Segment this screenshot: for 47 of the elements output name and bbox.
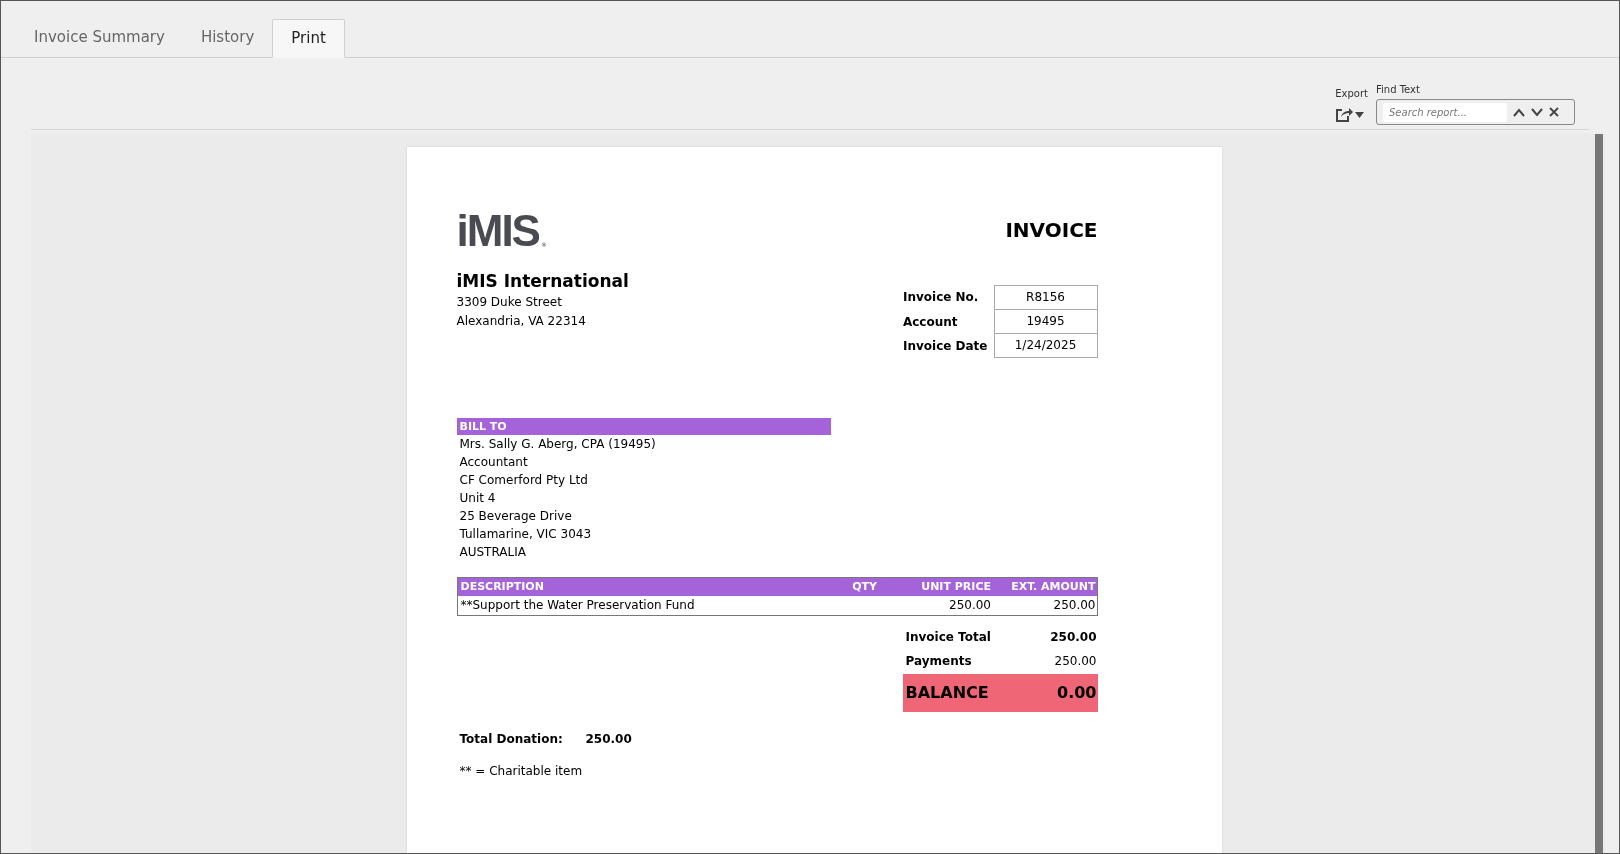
column-header: DESCRIPTION — [457, 577, 823, 596]
column-header: UNIT PRICE — [883, 577, 993, 596]
detail-label: Account — [902, 314, 959, 331]
address-line: 3309 Duke Street — [456, 294, 563, 311]
tab[interactable]: Invoice Summary — [16, 18, 183, 57]
bill-to-line: 25 Beverage Drive — [458, 508, 573, 525]
total-label: Invoice Total — [905, 629, 991, 646]
footnote: ** = Charitable item — [458, 763, 584, 780]
total-label: Payments — [905, 653, 972, 670]
close-icon[interactable] — [1549, 107, 1559, 117]
export-label: Export — [1335, 87, 1368, 101]
table-cell: 250.00 — [949, 598, 991, 612]
find-text-label: Find Text — [1376, 83, 1420, 97]
column-header: QTY — [823, 577, 883, 596]
chevron-down-icon[interactable] — [1531, 107, 1543, 117]
detail-value: 19495 — [993, 310, 1098, 334]
donation-value: 250.00 — [585, 731, 632, 748]
search-field[interactable]: Search report... — [1383, 102, 1507, 122]
detail-label: Invoice Date — [902, 338, 988, 355]
caret-icon — [1355, 112, 1365, 118]
tab[interactable]: History — [182, 18, 273, 57]
bill-to-line: Tullamarine, VIC 3043 — [458, 526, 593, 543]
bill-to-heading: BILL TO — [456, 418, 831, 435]
tab[interactable]: Print — [272, 19, 345, 58]
detail-value: 1/24/2025 — [993, 334, 1098, 358]
bill-to-line: CF Comerford Pty Ltd — [458, 472, 589, 489]
share-icon — [1335, 107, 1354, 123]
detail-value: R8156 — [993, 285, 1098, 310]
total-value: 250.00 — [1054, 653, 1097, 670]
total-value: 0.00 — [1057, 682, 1097, 704]
address-line: Alexandria, VA 22314 — [456, 313, 587, 330]
total-value: 250.00 — [1050, 629, 1097, 646]
bill-to-line: Unit 4 — [458, 490, 497, 507]
scrollbar[interactable] — [1595, 134, 1603, 853]
export-button[interactable] — [1335, 105, 1365, 125]
column-header: EXT. AMOUNT — [993, 577, 1097, 596]
table-cell: 250.00 — [1053, 598, 1096, 612]
bill-to-line: Mrs. Sally G. Aberg, CPA (19495) — [458, 436, 657, 453]
detail-label: Invoice No. — [902, 289, 980, 306]
chevron-up-icon[interactable] — [1513, 107, 1525, 117]
table-cell: **Support the Water Preservation Fund — [460, 598, 695, 612]
donation-label: Total Donation: — [459, 731, 564, 748]
total-label: BALANCE — [905, 682, 989, 704]
company-name: iMIS International — [456, 270, 629, 293]
bill-to-line: Accountant — [458, 454, 529, 471]
invoice-title: INVOICE — [1005, 217, 1098, 244]
bill-to-line: AUSTRALIA — [458, 544, 527, 561]
